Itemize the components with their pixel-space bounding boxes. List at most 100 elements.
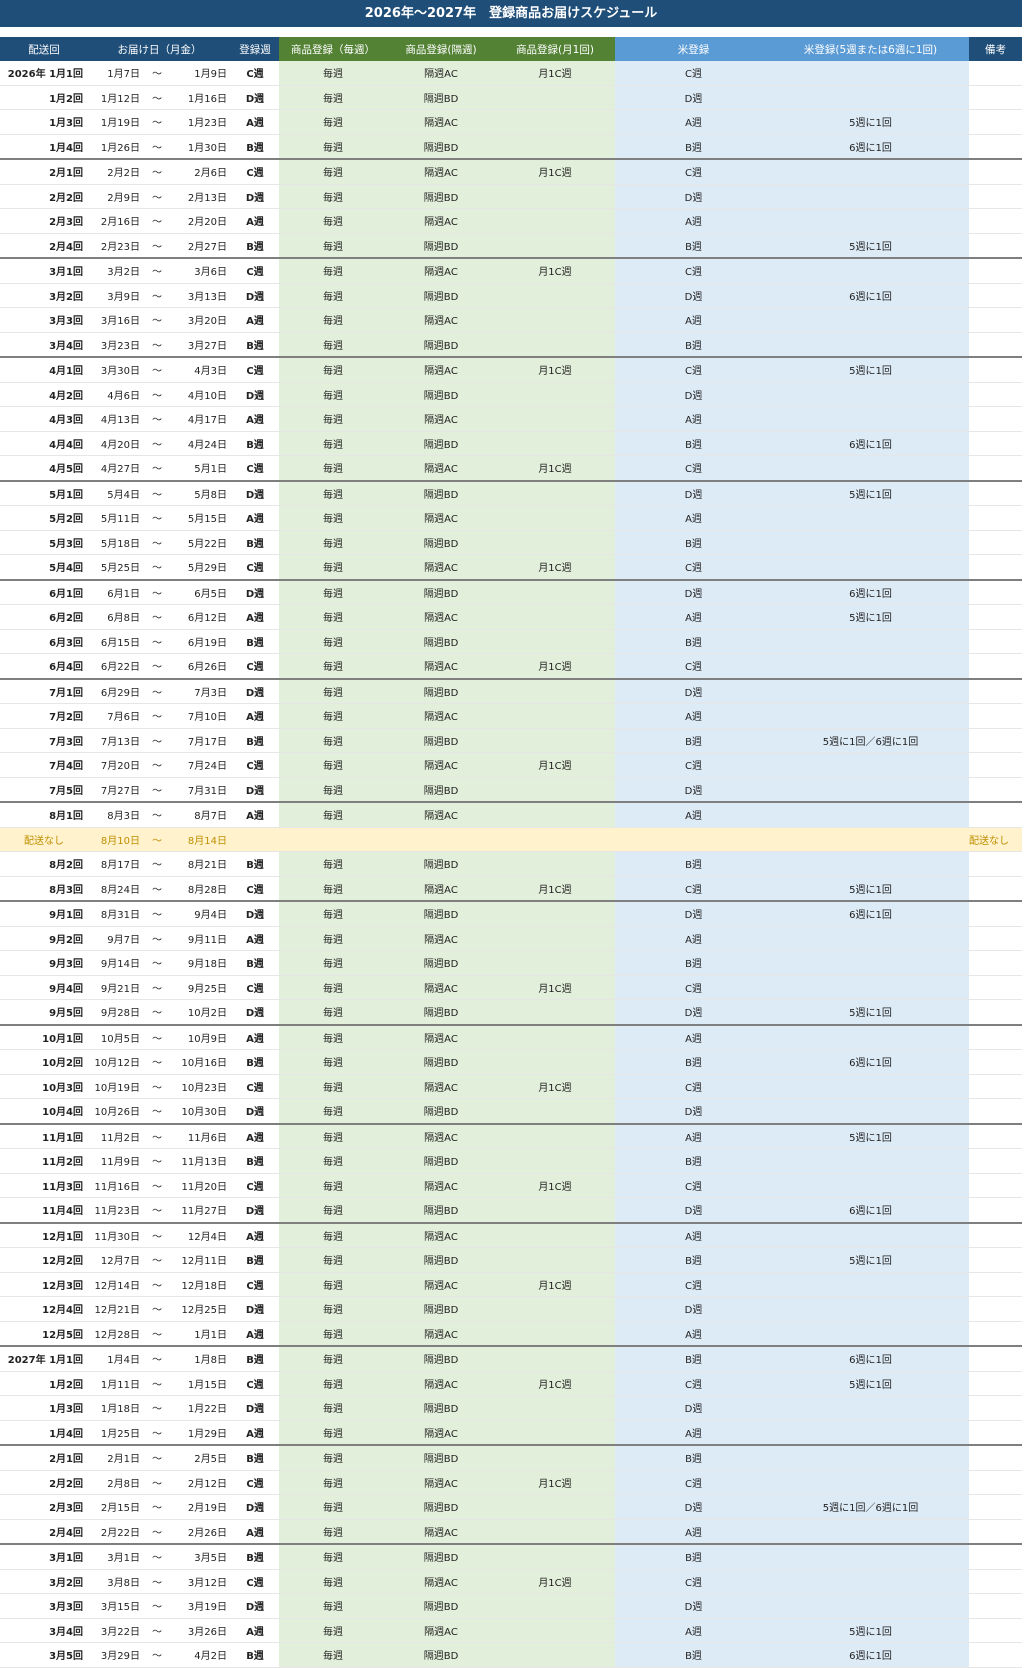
table-row: 3月4回 3月22日～ 3月26日 A週 毎週 隔週AC A週 5週に1回 — [0, 1618, 1022, 1643]
monthly-cell — [495, 85, 615, 110]
header-monthly: 商品登録(月1回) — [495, 37, 615, 61]
note-cell — [969, 1247, 1022, 1273]
biweekly-cell: 隔週BD — [387, 677, 495, 704]
round-cell: 11月4回 — [0, 1197, 88, 1223]
biweekly-cell: 隔週AC — [387, 876, 495, 902]
weekly-cell: 毎週 — [279, 1395, 387, 1421]
table-row: 2月2回 2月8日～ 2月12日 C週 毎週 隔週AC 月1C週 C週 — [0, 1470, 1022, 1495]
date-to: 12月25日 — [172, 1296, 231, 1322]
rice-cycle-cell — [772, 827, 969, 852]
note-cell — [969, 554, 1022, 580]
biweekly-cell: 隔週AC — [387, 1173, 495, 1198]
round-cell: 3月4回 — [0, 1618, 88, 1643]
note-cell — [969, 406, 1022, 432]
table-row: 7月5回 7月27日～ 7月31日 D週 毎週 隔週BD D週 — [0, 777, 1022, 803]
rice-cell: D週 — [615, 283, 772, 308]
header-rice: 米登録 — [615, 37, 772, 61]
note-cell — [969, 134, 1022, 160]
date-to: 11月6日 — [172, 1122, 231, 1149]
weekly-cell: 毎週 — [279, 1074, 387, 1099]
note-cell — [969, 505, 1022, 531]
rice-cycle-cell: 5週に1回 — [772, 109, 969, 135]
date-from: 5月18日 — [88, 530, 142, 555]
round-cell: 10月3回 — [0, 1074, 88, 1099]
table-row: 11月3回 11月16日～ 11月20日 C週 毎週 隔週AC 月1C週 C週 — [0, 1173, 1022, 1198]
note-cell — [969, 530, 1022, 555]
weekly-cell: 毎週 — [279, 257, 387, 284]
date-to: 7月17日 — [172, 728, 231, 753]
date-from: 12月28日 — [88, 1321, 142, 1347]
round-cell: 9月1回 — [0, 900, 88, 927]
note-cell — [969, 283, 1022, 308]
note-cell — [969, 208, 1022, 234]
table-row: 2026年 1月1回 1月7日～ 1月9日 C週 毎週 隔週AC 月1C週 C週 — [0, 61, 1022, 86]
rice-cell: B週 — [615, 134, 772, 160]
rice-cycle-cell — [772, 950, 969, 976]
rice-cell: B週 — [615, 851, 772, 877]
weekly-cell: 毎週 — [279, 777, 387, 803]
date-separator: ～ — [142, 431, 172, 456]
table-row: 3月2回 3月9日～ 3月13日 D週 毎週 隔週BD D週 6週に1回 — [0, 283, 1022, 308]
date-separator: ～ — [142, 61, 172, 86]
weekly-cell: 毎週 — [279, 431, 387, 456]
weekly-cell: 毎週 — [279, 109, 387, 135]
round-cell: 5月3回 — [0, 530, 88, 555]
date-from: 3月23日 — [88, 332, 142, 358]
biweekly-cell: 隔週BD — [387, 578, 495, 605]
biweekly-cell: 隔週BD — [387, 1395, 495, 1421]
reg-week-cell: B週 — [231, 431, 279, 456]
table-row: 12月3回 12月14日～ 12月18日 C週 毎週 隔週AC 月1C週 C週 — [0, 1272, 1022, 1297]
date-to: 9月11日 — [172, 926, 231, 951]
date-from: 2月9日 — [88, 184, 142, 209]
rice-cell: D週 — [615, 184, 772, 209]
note-cell — [969, 1173, 1022, 1198]
biweekly-cell: 隔週AC — [387, 1569, 495, 1594]
biweekly-cell: 隔週BD — [387, 1494, 495, 1520]
biweekly-cell: 隔週AC — [387, 1272, 495, 1297]
date-from: 3月8日 — [88, 1569, 142, 1594]
date-separator: ～ — [142, 283, 172, 308]
date-to: 2月6日 — [172, 158, 231, 185]
weekly-cell: 毎週 — [279, 307, 387, 333]
reg-week-cell: D週 — [231, 1395, 279, 1421]
date-from: 5月25日 — [88, 554, 142, 580]
round-cell: 12月5回 — [0, 1321, 88, 1347]
biweekly-cell: 隔週AC — [387, 653, 495, 679]
reg-week-cell: D週 — [231, 1098, 279, 1124]
table-row: 12月4回 12月21日～ 12月25日 D週 毎週 隔週BD D週 — [0, 1296, 1022, 1322]
rice-cell: A週 — [615, 406, 772, 432]
rice-cycle-cell: 6週に1回 — [772, 1049, 969, 1075]
round-cell: 3月2回 — [0, 1569, 88, 1594]
date-to: 3月6日 — [172, 257, 231, 284]
reg-week-cell: D週 — [231, 1593, 279, 1619]
table-row: 2月4回 2月23日～ 2月27日 B週 毎週 隔週BD B週 5週に1回 — [0, 233, 1022, 259]
note-cell — [969, 578, 1022, 605]
round-cell: 7月1回 — [0, 677, 88, 704]
rice-cycle-cell — [772, 1221, 969, 1248]
date-separator: ～ — [142, 604, 172, 630]
biweekly-cell: 隔週BD — [387, 233, 495, 259]
biweekly-cell: 隔週AC — [387, 1221, 495, 1248]
date-separator: ～ — [142, 1444, 172, 1471]
rice-cycle-cell: 6週に1回 — [772, 1197, 969, 1223]
weekly-cell: 毎週 — [279, 479, 387, 506]
biweekly-cell: 隔週BD — [387, 85, 495, 110]
monthly-cell: 月1C週 — [495, 61, 615, 86]
rice-cycle-cell: 6週に1回 — [772, 900, 969, 927]
date-to: 5月1日 — [172, 455, 231, 481]
monthly-cell — [495, 332, 615, 358]
table-row: 8月3回 8月24日～ 8月28日 C週 毎週 隔週AC 月1C週 C週 5週に1回 — [0, 876, 1022, 902]
table-row: 4月4回 4月20日～ 4月24日 B週 毎週 隔週BD B週 6週に1回 — [0, 431, 1022, 456]
monthly-cell: 月1C週 — [495, 1371, 615, 1396]
reg-week-cell: B週 — [231, 134, 279, 160]
biweekly-cell: 隔週BD — [387, 950, 495, 976]
note-cell — [969, 307, 1022, 333]
monthly-cell — [495, 1197, 615, 1223]
monthly-cell: 月1C週 — [495, 356, 615, 383]
date-from: 12月21日 — [88, 1296, 142, 1322]
reg-week-cell: B週 — [231, 1049, 279, 1075]
date-to: 1月9日 — [172, 61, 231, 86]
date-from: 3月1日 — [88, 1543, 142, 1570]
biweekly-cell: 隔週BD — [387, 184, 495, 209]
round-cell: 4月2回 — [0, 382, 88, 407]
